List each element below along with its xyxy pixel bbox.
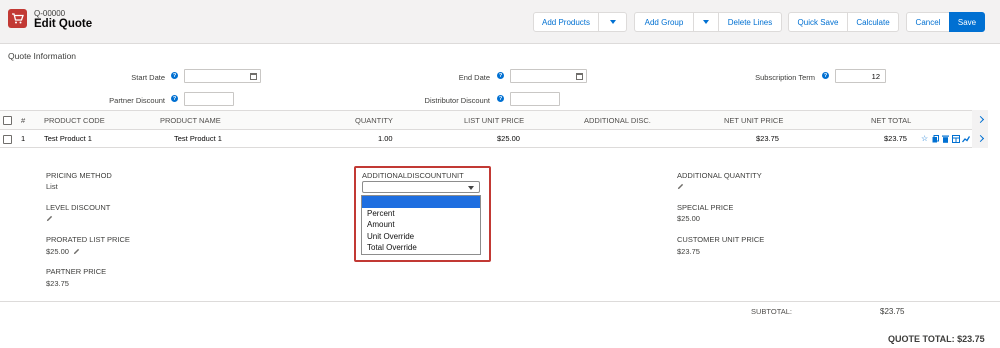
add-group-button[interactable]: Add Group — [634, 12, 694, 32]
pencil-icon[interactable] — [73, 248, 80, 255]
column-index: # — [21, 116, 26, 125]
table-row: 1 Test Product 1 Test Product 1 1.00 $25… — [0, 130, 988, 148]
help-icon[interactable]: ? — [171, 95, 178, 102]
select-all-checkbox[interactable] — [3, 116, 12, 125]
chevron-down-icon — [703, 20, 709, 24]
subscription-term-input[interactable]: 12 — [835, 69, 886, 83]
quote-total: QUOTE TOTAL: $23.75 — [888, 334, 985, 344]
row-quantity[interactable]: 1.00 — [378, 134, 393, 143]
quote-number: Q-00000 — [34, 9, 66, 18]
subscription-term-value: 12 — [871, 71, 880, 81]
chevron-down-icon — [609, 20, 616, 24]
quote-icon — [8, 9, 27, 28]
column-product-name[interactable]: PRODUCT NAME — [160, 116, 221, 125]
page-title: Edit Quote — [34, 18, 93, 30]
partner-price-label: PARTNER PRICE — [46, 267, 107, 276]
additional-discount-unit-options: Percent Amount Unit Override Total Overr… — [361, 195, 481, 255]
column-net-unit-price[interactable]: NET UNIT PRICE — [724, 116, 783, 125]
partner-discount-input[interactable] — [184, 92, 234, 106]
subscription-term-label: Subscription Term — [755, 73, 815, 82]
dropdown-option-total-override[interactable]: Total Override — [362, 242, 480, 254]
additional-discount-unit-label: ADDITIONALDISCOUNTUNIT — [362, 171, 464, 180]
row-net-unit-price: $23.75 — [756, 134, 779, 143]
additional-quantity-label: ADDITIONAL QUANTITY — [677, 171, 762, 180]
help-icon[interactable]: ? — [497, 72, 504, 79]
trend-icon[interactable] — [962, 135, 971, 143]
column-quantity[interactable]: QUANTITY — [355, 116, 393, 125]
customer-unit-price-value: $23.75 — [677, 247, 700, 256]
add-group-menu-button[interactable] — [693, 12, 719, 32]
dropdown-option-blank[interactable] — [362, 196, 480, 208]
save-button[interactable]: Save — [949, 12, 985, 32]
dropdown-option-percent[interactable]: Percent — [362, 208, 480, 220]
calendar-icon[interactable] — [250, 73, 257, 80]
pencil-icon[interactable] — [46, 215, 53, 222]
delete-lines-button[interactable]: Delete Lines — [718, 12, 782, 32]
divider — [0, 301, 1000, 302]
dropdown-option-amount[interactable]: Amount — [362, 219, 480, 231]
calendar-icon[interactable] — [576, 73, 583, 80]
calculate-button[interactable]: Calculate — [847, 12, 899, 32]
pencil-icon[interactable] — [677, 183, 684, 190]
star-icon[interactable]: ☆ — [921, 135, 928, 143]
trash-icon[interactable] — [942, 135, 949, 143]
quick-save-button[interactable]: Quick Save — [788, 12, 848, 32]
row-checkbox[interactable] — [3, 135, 12, 144]
partner-discount-label: Partner Discount — [109, 96, 165, 105]
page-header: Q-00000 Edit Quote Add Products Add Grou… — [0, 0, 1000, 44]
additional-discount-unit-select[interactable] — [362, 181, 480, 193]
subtotal-value: $23.75 — [880, 307, 905, 316]
help-icon[interactable]: ? — [822, 72, 829, 79]
row-index: 1 — [21, 134, 26, 143]
add-products-menu-button[interactable] — [598, 12, 627, 32]
special-price-value: $25.00 — [677, 214, 700, 223]
start-date-input[interactable] — [184, 69, 261, 83]
distributor-discount-label: Distributor Discount — [424, 96, 490, 105]
special-price-label: SPECIAL PRICE — [677, 203, 734, 212]
column-additional-disc[interactable]: ADDITIONAL DISC. — [584, 116, 651, 125]
section-title-quote-information: Quote Information — [8, 51, 77, 61]
prorated-list-price-label: PRORATED LIST PRICE — [46, 235, 130, 244]
row-product-code: Test Product 1 — [44, 134, 92, 143]
subtotal-label: SUBTOTAL: — [751, 307, 792, 316]
customer-unit-price-label: CUSTOMER UNIT PRICE — [677, 235, 765, 244]
table-icon[interactable] — [952, 135, 960, 143]
pricing-method-label: PRICING METHOD — [46, 171, 112, 180]
help-icon[interactable]: ? — [171, 72, 178, 79]
end-date-input[interactable] — [510, 69, 587, 83]
line-items-header: # PRODUCT CODE PRODUCT NAME QUANTITY LIS… — [0, 110, 988, 130]
end-date-label: End Date — [458, 73, 490, 82]
column-list-unit-price[interactable]: LIST UNIT PRICE — [464, 116, 524, 125]
pricing-method-value: List — [46, 182, 58, 191]
prorated-list-price-value: $25.00 — [46, 247, 69, 256]
distributor-discount-input[interactable] — [510, 92, 560, 106]
add-products-button[interactable]: Add Products — [533, 12, 599, 32]
chevron-down-icon — [468, 186, 474, 190]
row-net-total: $23.75 — [884, 134, 907, 143]
column-product-code[interactable]: PRODUCT CODE — [44, 116, 105, 125]
row-list-unit-price: $25.00 — [497, 134, 520, 143]
partner-price-value: $23.75 — [46, 279, 69, 288]
cancel-button[interactable]: Cancel — [906, 12, 950, 32]
help-icon[interactable]: ? — [497, 95, 504, 102]
column-net-total[interactable]: NET TOTAL — [871, 116, 911, 125]
copy-icon[interactable] — [932, 135, 939, 143]
dropdown-option-unit-override[interactable]: Unit Override — [362, 231, 480, 243]
row-product-name: Test Product 1 — [174, 134, 222, 143]
start-date-label: Start Date — [131, 73, 165, 82]
level-discount-label: LEVEL DISCOUNT — [46, 203, 111, 212]
